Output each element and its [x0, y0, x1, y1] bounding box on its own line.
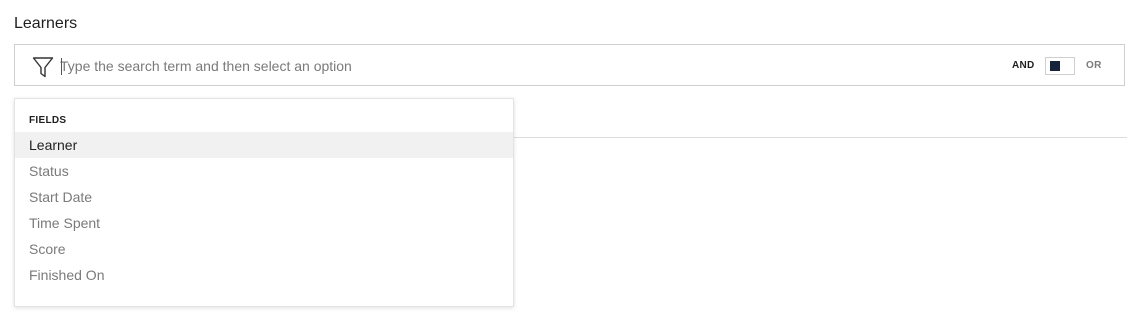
search-input[interactable] [60, 53, 960, 79]
or-label[interactable]: OR [1086, 60, 1102, 71]
and-label[interactable]: AND [1012, 60, 1035, 71]
filter-bar: AND OR [14, 44, 1125, 86]
dropdown-header: FIELDS [29, 115, 67, 126]
content-divider [514, 137, 1127, 138]
toggle-knob [1050, 61, 1060, 71]
dropdown-item-time-spent[interactable]: Time Spent [15, 210, 513, 236]
dropdown-item-score[interactable]: Score [15, 236, 513, 262]
filter-icon[interactable] [32, 56, 54, 78]
text-cursor [61, 58, 62, 75]
dropdown-list: Learner Status Start Date Time Spent Sco… [15, 132, 513, 288]
dropdown-item-start-date[interactable]: Start Date [15, 184, 513, 210]
page-title: Learners [14, 15, 78, 32]
fields-dropdown: FIELDS Learner Status Start Date Time Sp… [14, 98, 514, 307]
and-or-toggle[interactable] [1045, 57, 1075, 75]
dropdown-item-finished-on[interactable]: Finished On [15, 262, 513, 288]
dropdown-item-learner[interactable]: Learner [15, 132, 513, 158]
dropdown-item-status[interactable]: Status [15, 158, 513, 184]
